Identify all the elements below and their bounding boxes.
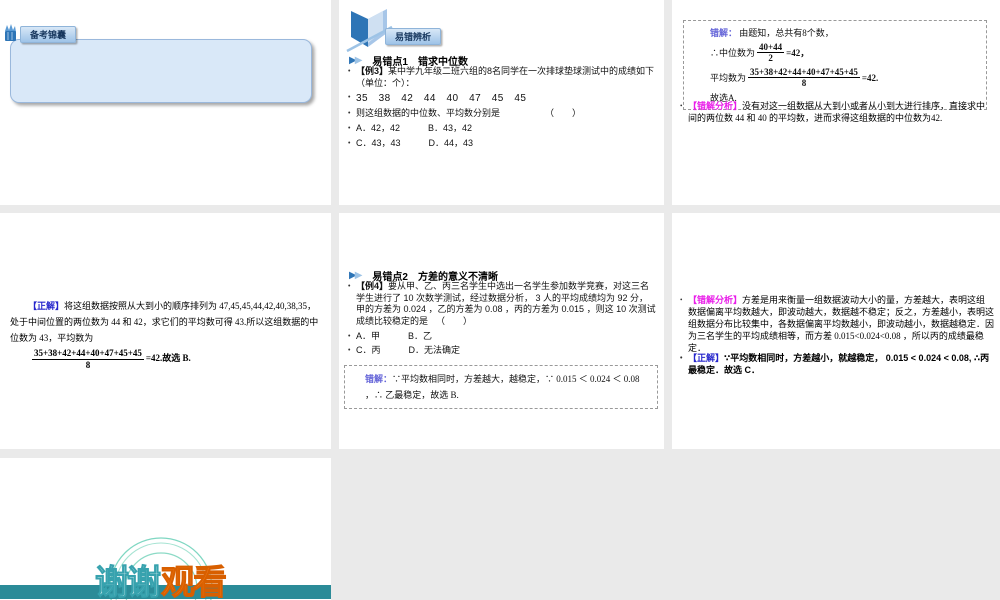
option-c: C．43，43	[356, 137, 401, 148]
wrong-label: 错解：	[710, 28, 738, 38]
answer-blank: （ ）	[545, 108, 582, 119]
option-c: C．丙	[356, 345, 381, 356]
option-b: B．乙	[408, 330, 433, 341]
slide-thumbnail-1[interactable]: 备考锦囊	[0, 0, 331, 205]
wrong-solution-box: 错解： 由题知，总共有8个数， ∴中位数为 40+44 2 =42， 平均数为 3…	[683, 20, 987, 111]
options-line-ab: A．42，42 B．43，42	[348, 123, 657, 135]
correct-solution-paragraph: 【正解】∵平均数相同时，方差越小，就越稳定， 0.015 < 0.024 < 0…	[680, 353, 994, 376]
slide-thumbnail-6[interactable]: 【错解分析】方差是用来衡量一组数据波动大小的量，方差越大，表明这组数据偏离平均数…	[672, 213, 1000, 449]
slide-thumbnail-4[interactable]: 【正解】将这组数据按照从大到小的顺序排列为 47,45,45,44,42,40,…	[0, 213, 331, 449]
slide2-badge: 易错辨析	[385, 28, 442, 45]
mean-prefix: 平均数为	[710, 73, 747, 84]
error-analysis-label: 【错解分析】	[688, 101, 743, 111]
fraction-denominator: 8	[801, 78, 807, 89]
median-formula: ∴中位数为 40+44 2 =42，	[710, 42, 978, 64]
example-paragraph: 【例3】某中学九年级二班六组的8名同学在一次排球垫球测试中的成绩如下（单位：个）…	[348, 66, 657, 89]
correct-label: 【正解】	[688, 353, 725, 363]
mean-result: =42.故选 B.	[145, 353, 191, 364]
content-placeholder-box	[10, 39, 312, 103]
fraction-numerator: 35+38+42+44+40+47+45+45	[32, 348, 144, 360]
options-line-cd: C．43，43 D．44，43	[348, 138, 657, 150]
mean-formula: 35+38+42+44+40+47+45+45 8 =42.故选 B.	[30, 348, 320, 370]
correct-paragraph: 【正解】将这组数据按照从大到小的顺序排列为 47,45,45,44,42,40,…	[10, 299, 320, 346]
slide5-body: 【例4】要从甲、乙、丙三名学生中选出一名学生参加数学竞赛，对这三名学生进行了 1…	[348, 281, 657, 360]
mean-formula: 平均数为 35+38+42+44+40+47+45+45 8 =42.	[710, 67, 978, 89]
slide1-badge: 备考锦囊	[20, 26, 77, 43]
fraction-denominator: 2	[768, 53, 773, 64]
options-line-cd: C．丙 D．无法确定	[348, 345, 657, 357]
example-label: 【例3】	[356, 66, 389, 76]
slide-thumbnail-3[interactable]: 错解： 由题知，总共有8个数， ∴中位数为 40+44 2 =42， 平均数为 3…	[672, 0, 1000, 205]
example-text: 要从甲、乙、丙三名学生中选出一名学生参加数学竞赛，对这三名学生进行了 10 次数…	[356, 281, 656, 327]
fraction-denominator: 8	[85, 359, 91, 370]
wrong-solution-box: 错解：∵平均数相同时，方差越大，越稳定，∵ 0.015 ＜ 0.024 ＜ 0.…	[344, 365, 658, 410]
correct-text: ∵平均数相同时，方差越小，就越稳定， 0.015 < 0.024 < 0.08,…	[688, 353, 990, 375]
median-fraction: 40+44 2	[757, 42, 785, 64]
example-text: 某中学九年级二班六组的8名同学在一次排球垫球测试中的成绩如下（单位：个）：	[356, 66, 655, 88]
question-text: 则这组数据的中位数、平均数分别是	[356, 108, 501, 119]
error-analysis-label: 【错解分析】	[688, 295, 743, 305]
brush-icon	[5, 24, 16, 41]
slide-thumbnail-7[interactable]: 谢谢观看	[0, 458, 331, 600]
error-analysis-paragraph: 【错解分析】方差是用来衡量一组数据波动大小的量，方差越大，表明这组数据偏离平均数…	[680, 295, 994, 354]
median-result: =42，	[786, 48, 810, 59]
wrong-text: ∵平均数相同时，方差越大，越稳定，∵ 0.015 ＜ 0.024 ＜ 0.08 …	[365, 374, 640, 401]
slide2-header: 易错辨析	[345, 5, 465, 55]
slide1-header: 备考锦囊	[3, 24, 77, 43]
example-label: 【例4】	[356, 281, 389, 291]
slide-thumbnail-5[interactable]: ▶ ▶ 易错点2 方差的意义不清晰 【例4】要从甲、乙、丙三名学生中选出一名学生…	[339, 213, 664, 449]
question-line: 则这组数据的中位数、平均数分别是 （ ）	[348, 108, 657, 120]
play-triangle-icon-light: ▶	[354, 269, 363, 281]
mean-result: =42.	[861, 72, 879, 83]
fraction-numerator: 40+44	[757, 42, 785, 54]
options-line-ab: A．甲 B．乙	[348, 331, 657, 343]
option-a: A．甲	[356, 330, 381, 341]
slide-sorter-canvas: 备考锦囊 易错辨析 ▶ ▶ 易错点1 错求中位数 【例3】某中学九年级二班六组的…	[0, 0, 1000, 600]
correct-label: 【正解】	[28, 301, 65, 311]
option-a: A．42，42	[356, 123, 401, 134]
play-triangle-icon-light: ▶	[354, 54, 363, 66]
mean-fraction: 35+38+42+44+40+47+45+45 8	[32, 348, 144, 370]
mean-fraction: 35+38+42+44+40+47+45+45 8	[748, 67, 860, 89]
answer-blank: （ ）	[436, 316, 473, 327]
correct-solution-block: 【正解】将这组数据按照从大到小的顺序排列为 47,45,45,44,42,40,…	[10, 299, 320, 370]
fraction-numerator: 35+38+42+44+40+47+45+45	[748, 66, 860, 79]
thank-you-wordmark: 谢谢观看	[95, 564, 228, 600]
median-prefix: ∴中位数为	[710, 48, 756, 59]
error-analysis-paragraph: 【错解分析】没有对这一组数据从大到小或者从小到大进行排序，直接求中间的两位数 4…	[680, 101, 994, 124]
thank-you-part1: 谢谢	[95, 564, 162, 600]
slide2-body: 【例3】某中学九年级二班六组的8名同学在一次排球垫球测试中的成绩如下（单位：个）…	[348, 66, 657, 152]
wrong-line1-text: 由题知，总共有8个数，	[739, 28, 834, 38]
data-values-line: 35 38 42 44 40 47 45 45	[348, 92, 657, 105]
option-d: D．无法确定	[408, 345, 461, 356]
example-paragraph: 【例4】要从甲、乙、丙三名学生中选出一名学生参加数学竞赛，对这三名学生进行了 1…	[348, 281, 657, 328]
slide-thumbnail-2[interactable]: 易错辨析 ▶ ▶ 易错点1 错求中位数 【例3】某中学九年级二班六组的8名同学在…	[339, 0, 664, 205]
wrong-label: 错解：	[365, 374, 393, 384]
option-b: B．43，42	[428, 123, 473, 134]
wrong-line-1: 错解： 由题知，总共有8个数，	[710, 26, 978, 39]
thank-you-part2: 观看	[161, 564, 228, 600]
option-d: D．44，43	[428, 137, 474, 148]
